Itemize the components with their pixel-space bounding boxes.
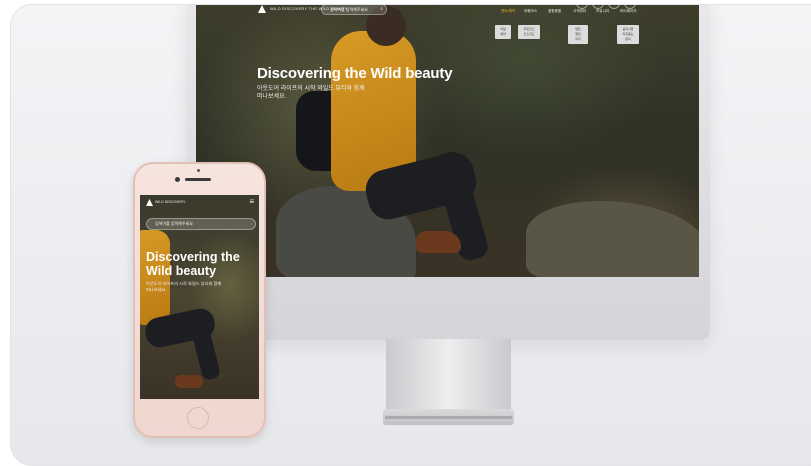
mockup-card: WILD DISCOVERY THE WILD BEAUTY 검색어를 입력해주… bbox=[10, 4, 811, 466]
phone-sensor bbox=[197, 169, 200, 172]
phone-hero-subtitle: 아웃도어 라이프의 시작 와일드 뷰티와 함께 떠나보세요. bbox=[146, 281, 222, 292]
phone-search-input[interactable]: 검색어를 입력해주세요 bbox=[146, 218, 256, 230]
phone-hero-title: Discovering the Wild beauty bbox=[146, 250, 240, 278]
phone-device: WILD DISCOVERY ≡ 검색어를 입력해주세요 Discovering… bbox=[133, 162, 266, 438]
site-navbar: WILD DISCOVERY THE WILD BEAUTY 검색어를 입력해주… bbox=[196, 5, 699, 44]
submenu-item[interactable]: 문의 bbox=[618, 37, 638, 42]
mountain-logo-icon[interactable] bbox=[258, 5, 266, 13]
phone-speaker bbox=[185, 178, 211, 181]
search-placeholder: 검색어를 입력해주세요 bbox=[330, 7, 368, 12]
submenu-item[interactable]: 예약 bbox=[496, 32, 510, 37]
phone-navbar: WILD DISCOVERY ≡ bbox=[140, 195, 259, 209]
menu-item-rent[interactable]: 렌트/예약 bbox=[501, 9, 515, 14]
search-input[interactable]: 검색어를 입력해주세요 ⌕ bbox=[321, 5, 387, 15]
menu-item-course[interactable]: 여행코스 bbox=[524, 9, 537, 14]
submenu-support: 공지사항 자주묻는 문의 bbox=[617, 25, 639, 44]
submenu-item[interactable]: 코스지도 bbox=[519, 32, 539, 37]
monitor-stand-neck bbox=[386, 339, 511, 419]
hiker-boot bbox=[175, 375, 203, 388]
submenu-rent: 차량 예약 bbox=[495, 25, 511, 39]
mountain-logo-icon[interactable] bbox=[146, 199, 153, 206]
monitor-stand-edge bbox=[385, 416, 512, 419]
language-icon[interactable] bbox=[608, 5, 620, 9]
home-button[interactable] bbox=[187, 407, 209, 429]
hero-title: Discovering the Wild beauty bbox=[257, 65, 453, 82]
hiker-shin bbox=[186, 308, 222, 382]
submenu-course: 추천코스 코스지도 bbox=[518, 25, 540, 39]
menu-item-mypage[interactable]: 마이페이지 bbox=[620, 9, 637, 14]
menu-item-support[interactable]: 고객센터 bbox=[573, 9, 586, 14]
rock bbox=[526, 201, 699, 277]
submenu-item[interactable]: 의자 bbox=[569, 37, 587, 42]
hero-subtitle: 아웃도어 라이프의 시작 와일드 뷰티와 함께 떠나보세요. bbox=[257, 86, 365, 100]
phone-screen: WILD DISCOVERY ≡ 검색어를 입력해주세요 Discovering… bbox=[140, 195, 259, 399]
hamburger-icon[interactable]: ≡ bbox=[249, 198, 254, 206]
phone-logo-text: WILD DISCOVERY bbox=[155, 200, 186, 204]
menu-item-camping[interactable]: 캠핑용품 bbox=[548, 9, 561, 14]
monitor-screen: WILD DISCOVERY THE WILD BEAUTY 검색어를 입력해주… bbox=[196, 5, 699, 277]
hero-background-image bbox=[196, 5, 699, 277]
menu-item-community[interactable]: 커뮤니티 bbox=[596, 9, 609, 14]
search-placeholder: 검색어를 입력해주세요 bbox=[155, 221, 193, 226]
search-icon[interactable]: ⌕ bbox=[380, 6, 383, 12]
phone-camera bbox=[175, 177, 180, 182]
submenu-camping: 텐트 랜턴 의자 bbox=[568, 25, 588, 44]
hiker-boot bbox=[416, 231, 461, 253]
